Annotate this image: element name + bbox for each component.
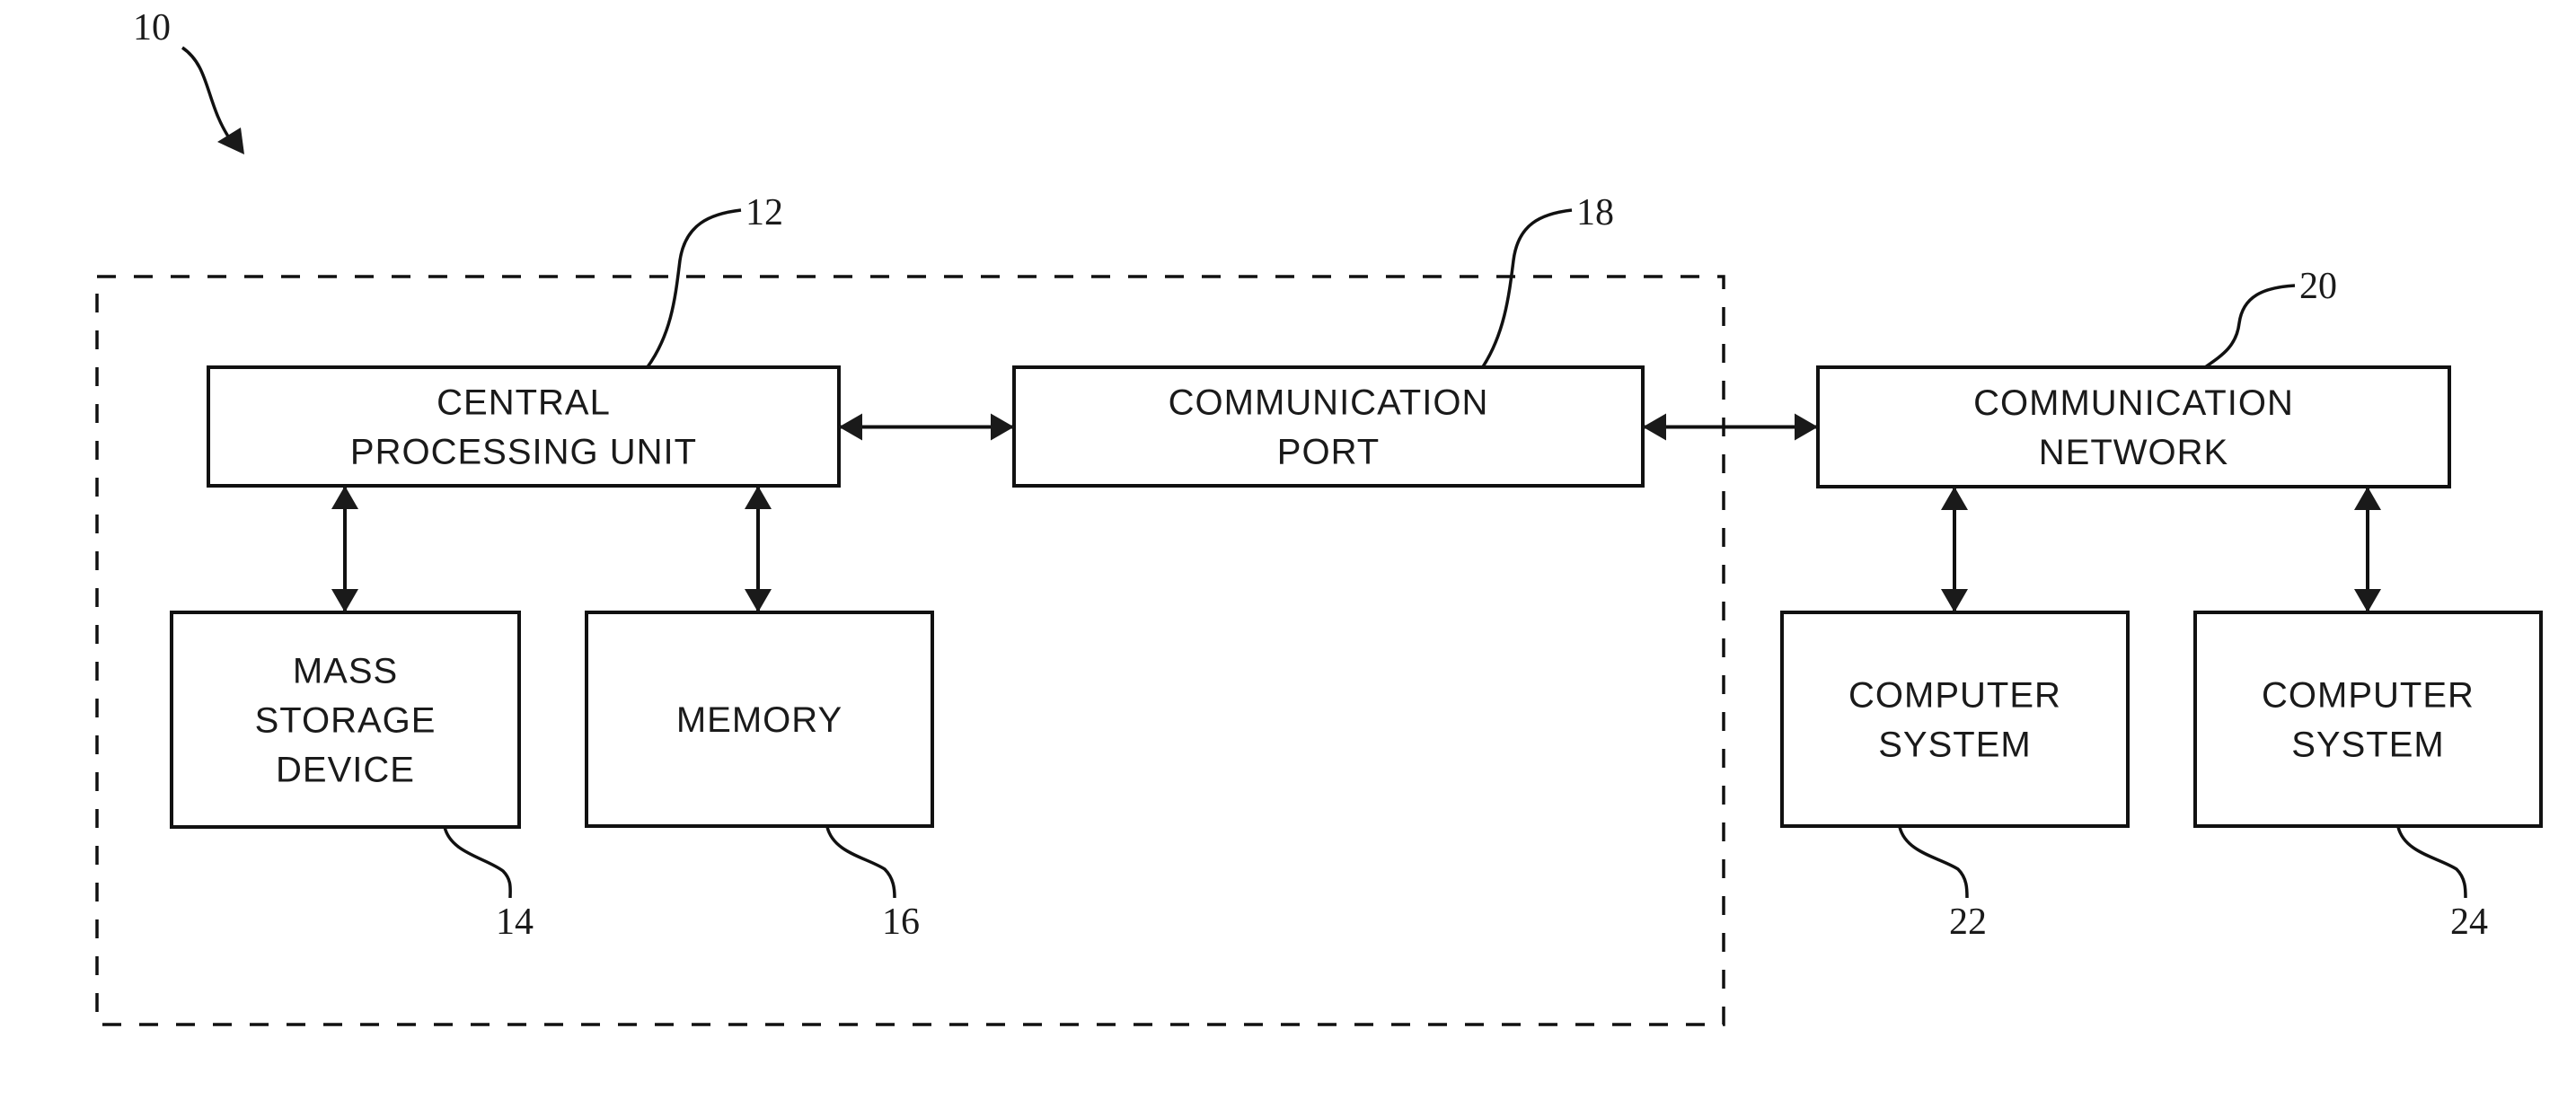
arrowhead-end [1941,589,1968,612]
ref-leader-12 [645,208,742,370]
ref-leader-22 [1898,826,1969,899]
block-label-line: STORAGE [255,701,437,741]
block-rect [1780,611,2130,828]
arrowhead-end [1795,413,1818,441]
block-label-line: COMPUTER [1848,676,2061,716]
block-label-line: PORT [1277,433,1380,472]
arrowhead-start [1643,413,1666,441]
ref-leader-14 [443,826,512,899]
leaders-layer: 12 18 20 14 16 22 24 [443,192,2488,943]
arrowhead-end [991,413,1014,441]
arrowhead-start [2354,487,2381,510]
ref-label-12: 12 [745,192,783,233]
block-label-line: MEMORY [676,700,842,740]
block-label-line: PROCESSING UNIT [350,433,697,472]
block-computer-system-b: COMPUTER SYSTEM [2193,611,2543,828]
arrowhead-start [1941,487,1968,510]
connector-cpu-to-memory [745,486,772,612]
block-label-line: SYSTEM [1878,726,2031,765]
ref-label-16: 16 [882,902,920,943]
block-label-line: COMMUNICATION [1973,383,2294,423]
ref-label-18: 18 [1576,192,1614,233]
connector-cpu-to-comm-port [839,413,1014,441]
system-ref-label: 10 [133,7,171,48]
block-mass-storage: MASS STORAGE DEVICE [170,611,521,829]
block-comm-port: COMMUNICATION PORT [1012,365,1645,488]
connector-comm-port-to-comm-network [1643,413,1818,441]
ref-label-22: 22 [1949,902,1987,943]
block-computer-system-a: COMPUTER SYSTEM [1780,611,2130,828]
block-label-line: DEVICE [276,751,415,790]
block-label-line: COMMUNICATION [1169,383,1489,423]
block-diagram: 10 CENTRAL PROCESSING UNIT COMMUNICATION PO… [95,7,2543,1026]
block-label-line: CENTRAL [437,383,611,423]
block-label-line: COMPUTER [2262,676,2475,716]
ref-leader-18 [1480,208,1573,369]
blocks-layer: CENTRALPROCESSING UNITCOMMUNICATIONPORTC… [170,365,2543,829]
ref-label-24: 24 [2450,902,2488,943]
connector-cpu-to-mass-storage [331,486,358,612]
ref-label-20: 20 [2299,266,2337,307]
connector-comm-network-to-computer-system-a [1941,487,1968,612]
block-memory: MEMORY [585,611,934,828]
block-rect [2193,611,2543,828]
system-ref-arrowhead [217,128,244,154]
block-cpu: CENTRAL PROCESSING UNIT [207,365,841,488]
block-label-line: MASS [293,652,398,691]
connector-comm-network-to-computer-system-b [2354,487,2381,612]
arrowhead-end [2354,589,2381,612]
ref-leader-16 [825,826,896,899]
arrowhead-start [839,413,862,441]
block-label-line: NETWORK [2039,433,2228,472]
ref-label-14: 14 [496,902,534,943]
ref-leader-24 [2396,826,2467,899]
arrowhead-end [331,589,358,612]
block-comm-network: COMMUNICATION NETWORK [1816,365,2451,488]
arrowhead-start [745,486,772,509]
arrowhead-start [331,486,358,509]
system-ref-arrow [181,46,234,144]
block-label-line: SYSTEM [2291,726,2444,765]
ref-leader-20 [2203,284,2296,369]
arrowhead-end [745,589,772,612]
